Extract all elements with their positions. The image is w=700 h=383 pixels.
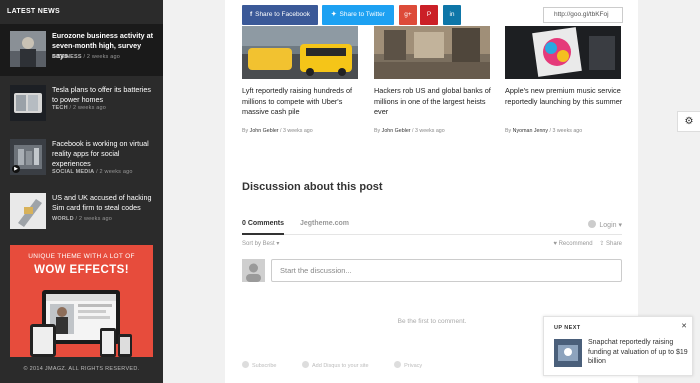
share-pinterest-button[interactable]: P bbox=[420, 5, 438, 25]
disqus-footer: Subscribe Add Disqus to your site Privac… bbox=[242, 361, 446, 369]
heart-icon: ♥ bbox=[553, 241, 557, 247]
news-title[interactable]: Tesla plans to offer its batteries to po… bbox=[52, 85, 158, 105]
privacy-link[interactable]: Privacy bbox=[394, 361, 434, 369]
discussion-heading: Discussion about this post bbox=[242, 181, 383, 193]
devices-illustration bbox=[30, 290, 132, 357]
related-post-title[interactable]: Lyft reportedly raising hundreds of mill… bbox=[242, 86, 360, 118]
gear-icon[interactable]: ⚙ bbox=[677, 111, 700, 132]
theme-ad-banner[interactable]: UNIQUE THEME WITH A LOT OF WOW EFFECTS! bbox=[10, 245, 153, 357]
news-item-eurozone[interactable]: Eurozone business activity at seven-mont… bbox=[0, 24, 163, 76]
ad-headline: WOW EFFECTS! bbox=[34, 264, 129, 276]
avatar bbox=[242, 259, 265, 282]
related-post-meta: By John Gebler / 3 weeks ago bbox=[242, 128, 313, 134]
lock-icon bbox=[394, 361, 402, 368]
pinterest-icon: P bbox=[426, 11, 432, 18]
share-googleplus-button[interactable]: g+ bbox=[399, 5, 417, 25]
recommend-button[interactable]: ♥ Recommend bbox=[553, 241, 592, 247]
tab-community[interactable]: Jegtheme.com bbox=[300, 220, 349, 227]
mail-icon bbox=[242, 361, 249, 368]
share-linkedin-button[interactable]: in bbox=[443, 5, 461, 25]
add-disqus-link[interactable]: Add Disqus to your site bbox=[302, 361, 381, 369]
related-post-title[interactable]: Apple's new premium music service report… bbox=[505, 86, 623, 107]
news-thumbnail[interactable] bbox=[10, 193, 46, 229]
news-meta: TECH / 2 weeks ago bbox=[52, 105, 107, 111]
related-post-image[interactable] bbox=[505, 26, 621, 79]
googleplus-icon: g+ bbox=[404, 11, 412, 18]
linkedin-icon: in bbox=[449, 11, 455, 18]
news-title[interactable]: Facebook is working on virtual reality a… bbox=[52, 139, 158, 169]
sidebar-heading: LATEST NEWS bbox=[7, 8, 60, 15]
latest-news-sidebar: LATEST NEWS Eurozone business activity a… bbox=[0, 0, 163, 383]
related-post-image[interactable] bbox=[242, 26, 358, 79]
share-icon: ⇪ bbox=[599, 241, 605, 247]
ad-tagline: UNIQUE THEME WITH A LOT OF bbox=[28, 253, 135, 260]
short-url-field[interactable]: http://goo.gl/tbKFoj bbox=[543, 7, 623, 23]
news-thumbnail[interactable] bbox=[10, 31, 46, 67]
facebook-icon: f bbox=[249, 11, 253, 18]
twitter-icon: ✦ bbox=[331, 11, 337, 18]
login-menu[interactable]: Login ▾ bbox=[588, 220, 622, 229]
chevron-down-icon: ▾ bbox=[618, 222, 622, 229]
disqus-icon bbox=[302, 361, 309, 368]
news-meta: SOCIAL MEDIA / 2 weeks ago bbox=[52, 169, 133, 175]
share-thread-button[interactable]: ⇪ Share bbox=[599, 241, 622, 247]
comments-tabs: 0 Comments Jegtheme.com Login ▾ bbox=[242, 220, 622, 235]
news-title[interactable]: US and UK accused of hacking Sim card fi… bbox=[52, 193, 158, 213]
up-next-thumbnail[interactable] bbox=[554, 339, 582, 367]
up-next-popup[interactable]: UP NEXT ✕ Snapchat reportedly raising fu… bbox=[543, 316, 693, 376]
related-post-title[interactable]: Hackers rob US and global banks of milli… bbox=[374, 86, 492, 118]
news-item-sim-hack[interactable]: US and UK accused of hacking Sim card fi… bbox=[0, 186, 163, 238]
news-item-facebook[interactable]: ▶ Facebook is working on virtual reality… bbox=[0, 132, 163, 184]
news-thumbnail[interactable] bbox=[10, 85, 46, 121]
news-meta: WORLD / 2 weeks ago bbox=[52, 216, 113, 222]
news-meta: BUSINESS / 2 weeks ago bbox=[52, 54, 120, 60]
related-post-meta: By John Gebler / 3 weeks ago bbox=[374, 128, 445, 134]
sidebar-footer: © 2014 JMAGZ. ALL RIGHTS RESERVED. bbox=[23, 366, 140, 372]
up-next-label: UP NEXT bbox=[554, 325, 581, 331]
related-post-meta: By Nyoman Jenny / 3 weeks ago bbox=[505, 128, 583, 134]
sort-dropdown[interactable]: Sort by Best ▾ bbox=[242, 241, 279, 247]
share-facebook-button[interactable]: f Share to Facebook bbox=[242, 5, 318, 25]
sort-row: Sort by Best ▾ ♥ Recommend ⇪ Share bbox=[242, 240, 622, 247]
related-post-image[interactable] bbox=[374, 26, 490, 79]
share-twitter-button[interactable]: ✦ Share to Twitter bbox=[322, 5, 394, 25]
tab-comments[interactable]: 0 Comments bbox=[242, 220, 285, 235]
user-avatar-icon bbox=[588, 220, 597, 228]
play-icon[interactable]: ▶ bbox=[12, 165, 20, 173]
comment-input[interactable]: Start the discussion... bbox=[271, 259, 622, 282]
news-item-tesla[interactable]: Tesla plans to offer its batteries to po… bbox=[0, 78, 163, 130]
news-thumbnail[interactable]: ▶ bbox=[10, 139, 46, 175]
close-icon[interactable]: ✕ bbox=[681, 322, 687, 330]
thread-actions: ♥ Recommend ⇪ Share bbox=[553, 240, 622, 247]
up-next-title[interactable]: Snapchat reportedly raising funding at v… bbox=[588, 338, 690, 367]
subscribe-link[interactable]: Subscribe bbox=[242, 361, 288, 369]
